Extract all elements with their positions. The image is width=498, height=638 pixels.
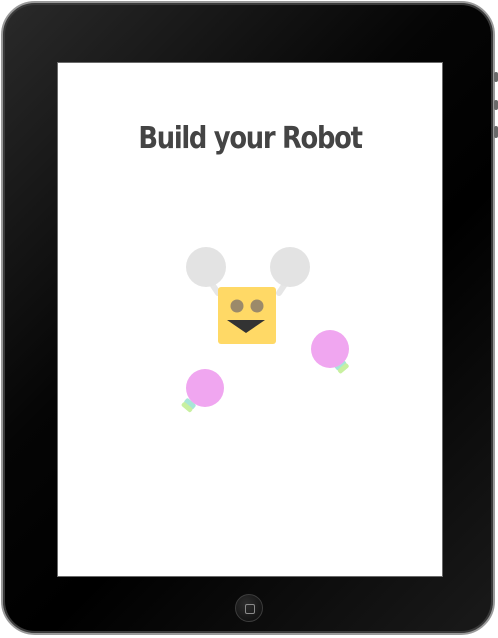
tablet-device: Build your Robot [0, 0, 498, 638]
head-block[interactable] [218, 287, 276, 344]
left-antenna[interactable] [186, 247, 226, 296]
left-antenna-ball[interactable] [186, 247, 226, 287]
left-hand-ball[interactable] [186, 369, 224, 407]
left-eye [230, 299, 244, 313]
right-antenna-ball[interactable] [270, 247, 310, 287]
mute-switch [494, 126, 498, 138]
volume-down-button [494, 100, 498, 110]
volume-up-button [494, 72, 498, 82]
right-eye [250, 299, 264, 313]
right-antenna[interactable] [270, 247, 310, 296]
home-button[interactable] [235, 594, 263, 622]
robot-canvas [181, 247, 349, 413]
right-hand-ball[interactable] [311, 330, 349, 368]
robot-head[interactable] [218, 287, 276, 344]
home-square-icon [245, 604, 255, 614]
app-screen: Build your Robot [57, 62, 443, 577]
